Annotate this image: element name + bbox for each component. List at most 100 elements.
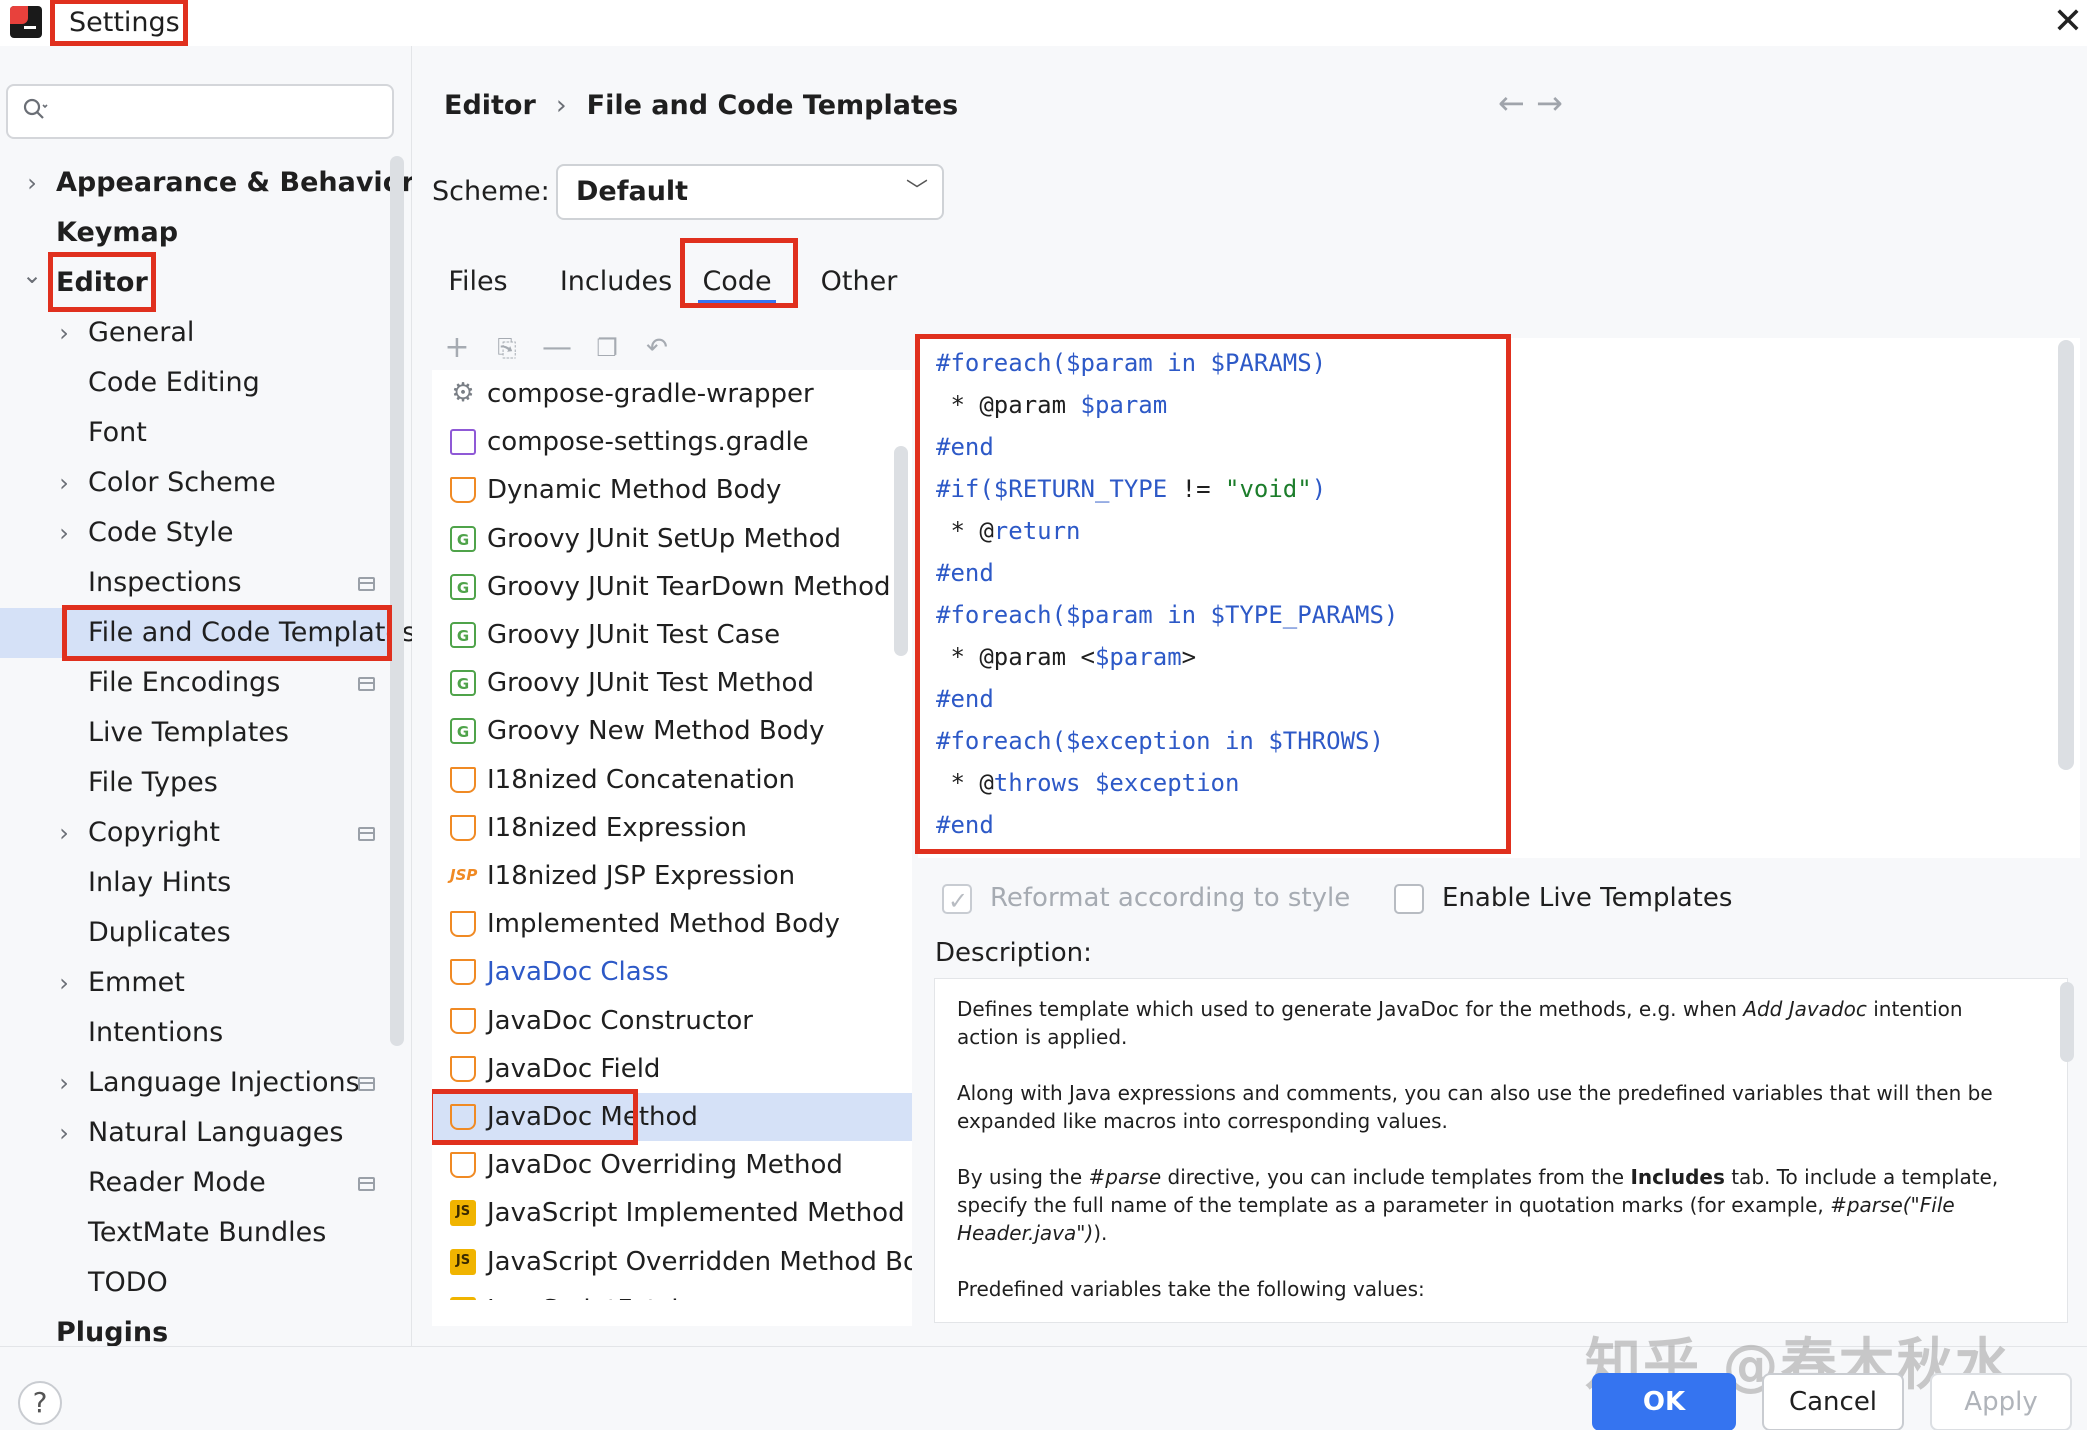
scheme-label: Scheme: — [432, 176, 550, 207]
reformat-checkbox[interactable] — [942, 881, 972, 921]
sidebar-item-keymap[interactable]: Keymap — [0, 208, 392, 258]
apply-button[interactable]: Apply — [1930, 1373, 2072, 1430]
intellij-logo-icon — [10, 6, 42, 38]
project-scope-icon — [358, 827, 375, 841]
template-name: Groovy JUnit TearDown Method — [487, 571, 891, 602]
template-list: ⚙ compose-gradle-wrapper compose-settings.… — [432, 370, 912, 1300]
help-button[interactable]: ? — [18, 1381, 62, 1425]
description-text: Defines template which used to generate … — [957, 997, 1999, 1301]
chevron-right-icon[interactable]: › — [54, 808, 74, 858]
forward-arrow-icon[interactable]: → — [1536, 84, 1563, 122]
js-icon: JS — [450, 1200, 476, 1227]
template-name: compose-settings.gradle — [487, 427, 809, 458]
chevron-right-icon[interactable]: › — [22, 158, 42, 208]
sidebar-item-label: Intentions — [88, 1017, 224, 1048]
java-icon — [450, 766, 476, 793]
sidebar-item-textmate-bundles[interactable]: TextMate Bundles — [0, 1208, 392, 1258]
chevron-right-icon[interactable]: › — [54, 308, 74, 358]
cancel-button[interactable]: Cancel — [1762, 1373, 1904, 1430]
sidebar-item-label: Copyright — [88, 817, 220, 848]
description-box: Defines template which used to generate … — [934, 978, 2068, 1323]
template-item-javadoc-field[interactable]: JavaDoc Field — [432, 1045, 912, 1093]
template-item-javascriptfetch[interactable]: JS JavaScriptFetch — [432, 1286, 912, 1300]
sidebar-item-file-encodings[interactable]: File Encodings — [0, 658, 392, 708]
dialog-footer: ? 知乎 @春木秋水 OK Cancel Apply — [0, 1333, 2087, 1430]
sidebar-item-label: Language Injections — [88, 1067, 360, 1098]
template-item-javadoc-class[interactable]: JavaDoc Class — [432, 948, 912, 996]
sidebar-item-label: Reader Mode — [88, 1167, 266, 1198]
breadcrumb-parent[interactable]: Editor — [444, 90, 536, 121]
template-item-javascript-overridden-method-body[interactable]: JS JavaScript Overridden Method Body — [432, 1238, 912, 1286]
sidebar-item-font[interactable]: Font — [0, 408, 392, 458]
template-item-dynamic-method-body[interactable]: Dynamic Method Body — [432, 466, 912, 514]
template-item-groovy-new-method-body[interactable]: G Groovy New Method Body — [432, 707, 912, 755]
template-name: JavaDoc Constructor — [487, 1005, 753, 1036]
add-child-icon[interactable]: ⎘ — [490, 332, 524, 366]
back-arrow-icon[interactable]: ← — [1498, 84, 1525, 122]
sidebar-item-todo[interactable]: TODO — [0, 1258, 392, 1308]
search-input[interactable] — [6, 84, 394, 139]
template-item-i18nized-jsp-expression[interactable]: JSP I18nized JSP Expression — [432, 852, 912, 900]
chevron-right-icon[interactable]: › — [54, 958, 74, 1008]
sidebar-item-live-templates[interactable]: Live Templates — [0, 708, 392, 758]
template-item-groovy-junit-setup-method[interactable]: G Groovy JUnit SetUp Method — [432, 515, 912, 563]
template-item-i18nized-expression[interactable]: I18nized Expression — [432, 804, 912, 852]
copy-icon[interactable]: ❐ — [590, 332, 624, 366]
template-item-groovy-junit-teardown-method[interactable]: G Groovy JUnit TearDown Method — [432, 563, 912, 611]
sidebar-item-inspections[interactable]: Inspections — [0, 558, 392, 608]
template-item-compose-gradle-wrapper[interactable]: ⚙ compose-gradle-wrapper — [432, 370, 912, 418]
groovy-icon: G — [450, 718, 476, 745]
sidebar-item-emmet[interactable]: › Emmet — [0, 958, 392, 1008]
template-name: JavaDoc Class — [487, 957, 669, 988]
remove-icon[interactable]: — — [540, 332, 574, 366]
chevron-down-icon[interactable]: ⌄ — [22, 258, 42, 308]
scheme-dropdown[interactable]: Default ﹀ — [556, 164, 944, 220]
live-templates-checkbox[interactable] — [1394, 884, 1424, 914]
reset-icon[interactable]: ↶ — [640, 332, 674, 366]
sidebar-item-color-scheme[interactable]: › Color Scheme — [0, 458, 392, 508]
sidebar-scrollbar[interactable] — [390, 156, 404, 1046]
template-item-javascript-implemented-method-bod[interactable]: JS JavaScript Implemented Method Bod — [432, 1189, 912, 1237]
template-item-groovy-junit-test-method[interactable]: G Groovy JUnit Test Method — [432, 659, 912, 707]
sidebar-item-duplicates[interactable]: Duplicates — [0, 908, 392, 958]
chevron-right-icon[interactable]: › — [54, 508, 74, 558]
description-scrollbar[interactable] — [2060, 982, 2074, 1062]
scheme-value: Default — [576, 176, 689, 207]
groovy-icon: G — [450, 525, 476, 552]
live-templates-label: Enable Live Templates — [1442, 883, 1733, 913]
sidebar-item-copyright[interactable]: › Copyright — [0, 808, 392, 858]
template-item-compose-settings-gradle[interactable]: compose-settings.gradle — [432, 418, 912, 466]
sidebar-item-label: Live Templates — [88, 717, 289, 748]
sidebar-item-reader-mode[interactable]: Reader Mode — [0, 1158, 392, 1208]
groovy-icon: G — [450, 670, 476, 697]
chevron-right-icon[interactable]: › — [54, 458, 74, 508]
template-item-implemented-method-body[interactable]: Implemented Method Body — [432, 900, 912, 948]
template-item-javadoc-overriding-method[interactable]: JavaDoc Overriding Method — [432, 1141, 912, 1189]
chevron-right-icon[interactable]: › — [54, 1058, 74, 1108]
sidebar-item-language-injections[interactable]: › Language Injections — [0, 1058, 392, 1108]
template-item-javadoc-constructor[interactable]: JavaDoc Constructor — [432, 997, 912, 1045]
template-item-groovy-junit-test-case[interactable]: G Groovy JUnit Test Case — [432, 611, 912, 659]
tab-includes[interactable]: Includes — [534, 246, 698, 310]
editor-scrollbar[interactable] — [2058, 340, 2074, 770]
template-item-i18nized-concatenation[interactable]: I18nized Concatenation — [432, 756, 912, 804]
sidebar-item-general[interactable]: › General — [0, 308, 392, 358]
template-list-scrollbar[interactable] — [894, 446, 908, 656]
sidebar-item-appearance-behavior[interactable]: › Appearance & Behavior — [0, 158, 414, 208]
sidebar-item-intentions[interactable]: Intentions — [0, 1008, 392, 1058]
chevron-right-icon[interactable]: › — [54, 1108, 74, 1158]
ok-button[interactable]: OK — [1592, 1373, 1736, 1430]
tab-files[interactable]: Files — [434, 246, 522, 310]
tab-other[interactable]: Other — [810, 246, 908, 310]
sidebar-item-label: Duplicates — [88, 917, 231, 948]
sidebar-item-file-types[interactable]: File Types — [0, 758, 392, 808]
sidebar-item-code-editing[interactable]: Code Editing — [0, 358, 392, 408]
add-icon[interactable]: + — [440, 332, 474, 366]
sidebar-item-natural-languages[interactable]: › Natural Languages — [0, 1108, 392, 1158]
sidebar-item-inlay-hints[interactable]: Inlay Hints — [0, 858, 392, 908]
sidebar-item-code-style[interactable]: › Code Style — [0, 508, 392, 558]
project-scope-icon — [358, 1177, 375, 1191]
project-scope-icon — [358, 1077, 375, 1091]
close-icon[interactable]: ✕ — [2050, 4, 2086, 40]
template-name: I18nized JSP Expression — [487, 861, 796, 891]
